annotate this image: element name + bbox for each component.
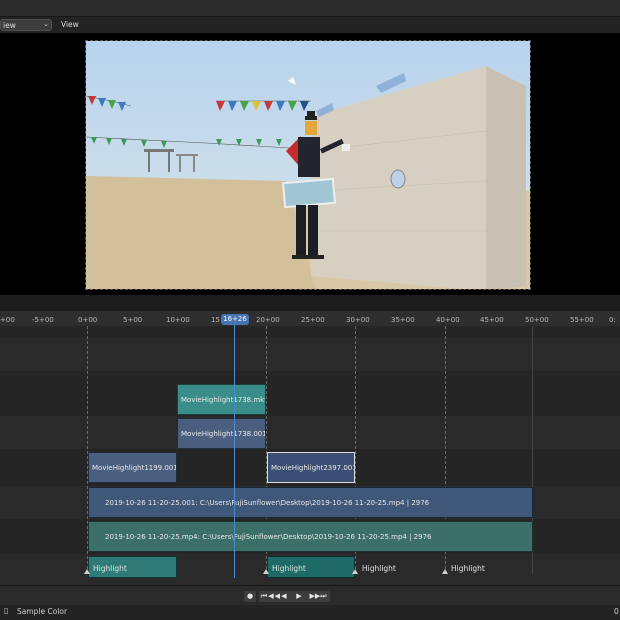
ruler-tick-label: 35+00	[391, 316, 415, 324]
status-right-text: 0	[614, 607, 619, 616]
preview-frame-image	[85, 40, 531, 290]
strip-label: MovieHighlight1199.001: \	[92, 464, 177, 472]
ruler-tick-label: 0:	[609, 316, 616, 324]
play-icon[interactable]: ▶	[293, 591, 305, 602]
ruler-tick-label: +00	[0, 316, 15, 324]
selected-movie-strip[interactable]: MovieHighlight2397.001: \	[267, 452, 355, 483]
ruler-tick-label: 30+00	[346, 316, 370, 324]
ruler-tick-label: 25+00	[301, 316, 325, 324]
marker-label: Highlight	[362, 564, 396, 573]
ruler-tick-label: -5+00	[32, 316, 54, 324]
ruler-tick-label: 55+00	[570, 316, 594, 324]
editor-header	[0, 17, 620, 33]
scene-render	[86, 41, 530, 289]
status-bar	[0, 605, 620, 620]
strip-label: 2019-10-26 11-20-25.001: C:\Users\FujiSu…	[105, 499, 430, 507]
jump-forward-buttons[interactable]: ▶▶⏭	[306, 591, 330, 602]
ruler-tick-label: 45+00	[480, 316, 504, 324]
strip-label: MovieHighlight1738.mkv: \	[181, 396, 266, 404]
view-type-dropdown[interactable]: iew ⌄	[0, 19, 52, 31]
view-type-dropdown-label: iew	[3, 21, 16, 30]
movie-strip[interactable]: MovieHighlight1738.mkv: \	[177, 384, 266, 415]
playhead-line[interactable]	[234, 322, 235, 578]
marker-triangle-icon[interactable]	[84, 569, 90, 574]
mouse-icon: ▯	[4, 606, 9, 615]
ruler-tick-label: 15	[211, 316, 220, 324]
ruler-tick-label: 0+00	[78, 316, 98, 324]
top-header-bar	[0, 0, 620, 17]
record-icon[interactable]: ●	[244, 591, 256, 602]
chevron-down-icon: ⌄	[43, 20, 49, 28]
strip-label: MovieHighlight1738.001: \	[181, 430, 266, 438]
marker-label: Highlight	[93, 564, 127, 573]
ruler-tick-label: 5+00	[123, 316, 143, 324]
ruler-tick-label: 20+00	[256, 316, 280, 324]
channel-row	[0, 416, 620, 449]
status-text: Sample Color	[17, 607, 68, 616]
marker-label: Highlight	[272, 564, 306, 573]
movie-strip-long[interactable]: 2019-10-26 11-20-25.001: C:\Users\FujiSu…	[88, 487, 533, 518]
movie-strip[interactable]: MovieHighlight1738.001: \	[177, 418, 266, 449]
marker-triangle-icon[interactable]	[263, 569, 269, 574]
view-menu[interactable]: View	[61, 20, 79, 29]
marker-triangle-icon[interactable]	[352, 569, 358, 574]
marker-label: Highlight	[451, 564, 485, 573]
channel-row	[0, 338, 620, 371]
marker-triangle-icon[interactable]	[442, 569, 448, 574]
strip-label: MovieHighlight2397.001: \	[271, 464, 355, 472]
strip-label: 2019-10-26 11-20-25.mp4: C:\Users\FujiSu…	[105, 533, 432, 541]
playhead-frame-badge[interactable]: 16+26	[221, 314, 249, 325]
ruler-tick-label: 10+00	[166, 316, 190, 324]
ruler-tick-label: 40+00	[436, 316, 460, 324]
ruler-tick-label: 50+00	[525, 316, 549, 324]
sound-strip[interactable]: 2019-10-26 11-20-25.mp4: C:\Users\FujiSu…	[88, 521, 533, 552]
movie-strip[interactable]: MovieHighlight1199.001: \	[88, 452, 177, 483]
